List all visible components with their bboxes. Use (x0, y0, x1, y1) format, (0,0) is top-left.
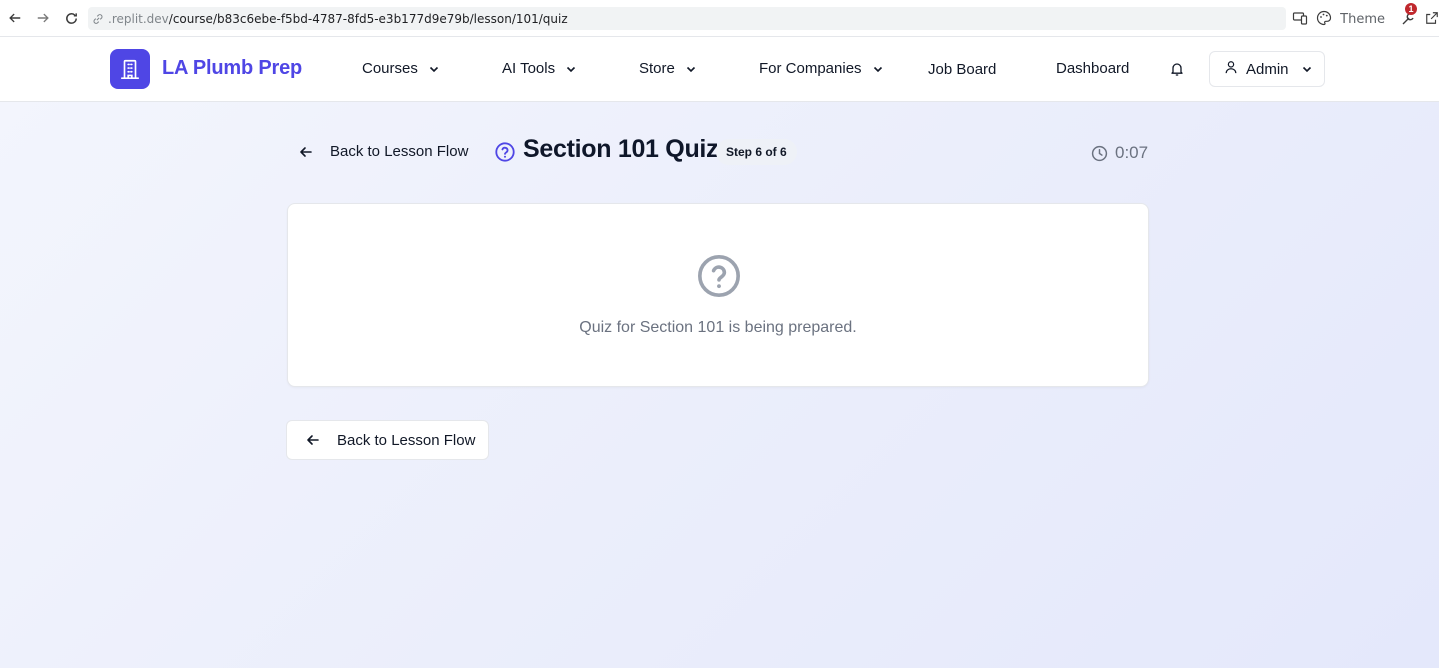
nav-label: Dashboard (1056, 60, 1130, 77)
nav-label: Courses (362, 60, 418, 77)
chevron-down-icon (1301, 63, 1313, 75)
nav-label: AI Tools (502, 60, 556, 77)
address-bar[interactable]: .replit.dev/course/b83c6ebe-f5bd-4787-8f… (88, 7, 1286, 30)
chevron-down-icon (428, 63, 440, 75)
extension-icon[interactable]: 1 (1399, 3, 1417, 28)
bell-icon[interactable] (1169, 61, 1185, 77)
building-logo-icon[interactable] (110, 49, 150, 89)
main-content: Back to Lesson Flow Section 101 Quiz Ste… (0, 102, 1439, 668)
nav-label: For Companies (759, 60, 862, 77)
clock-icon (1091, 145, 1108, 162)
chevron-down-icon (685, 63, 697, 75)
nav-job-board[interactable]: Job Board (928, 61, 996, 78)
open-external-icon[interactable] (1425, 11, 1439, 28)
back-label: Back to Lesson Flow (337, 431, 476, 449)
nav-dashboard[interactable]: Dashboard (1056, 60, 1129, 77)
theme-label[interactable]: Theme (1340, 12, 1385, 27)
devices-icon[interactable] (1292, 10, 1308, 29)
app-header: LA Plumb Prep Courses AI Tools Store For… (0, 37, 1439, 102)
timer: 0:07 (1091, 143, 1148, 163)
nav-courses[interactable]: Courses (362, 60, 440, 77)
browser-toolbar: .replit.dev/course/b83c6ebe-f5bd-4787-8f… (0, 0, 1439, 37)
nav-ai-tools[interactable]: AI Tools (502, 60, 577, 77)
nav-label: Job Board (928, 61, 997, 78)
back-label: Back to Lesson Flow (330, 143, 469, 160)
url-domain: .replit.dev (108, 11, 169, 26)
timer-value: 0:07 (1115, 143, 1149, 162)
brand-name[interactable]: LA Plumb Prep (162, 57, 302, 80)
arrow-left-icon (298, 144, 314, 160)
extension-badge: 1 (1405, 3, 1417, 15)
user-icon (1224, 60, 1238, 78)
help-circle-icon (696, 253, 742, 299)
chevron-down-icon (872, 63, 884, 75)
back-to-lesson-flow-link[interactable]: Back to Lesson Flow (298, 143, 468, 160)
browser-reload-icon[interactable] (62, 9, 80, 27)
quiz-placeholder-card: Quiz for Section 101 is being prepared. (287, 203, 1149, 387)
placeholder-message: Quiz for Section 101 is being prepared. (579, 319, 857, 336)
browser-forward-icon[interactable] (34, 9, 52, 27)
step-badge: Step 6 of 6 (716, 139, 797, 165)
user-label: Admin (1246, 60, 1289, 78)
arrow-left-icon (305, 432, 321, 448)
help-circle-icon (494, 141, 516, 163)
link-icon (92, 12, 106, 26)
user-menu-button[interactable]: Admin (1209, 51, 1325, 87)
palette-icon[interactable] (1316, 10, 1332, 29)
nav-store[interactable]: Store (639, 60, 697, 77)
nav-for-companies[interactable]: For Companies (759, 60, 884, 77)
url-path: /course/b83c6ebe-f5bd-4787-8fd5-e3b177d9… (168, 11, 568, 26)
back-to-lesson-flow-button[interactable]: Back to Lesson Flow (286, 420, 489, 460)
browser-back-icon[interactable] (6, 9, 24, 27)
chevron-down-icon (565, 63, 577, 75)
page-title: Section 101 Quiz (523, 135, 719, 163)
nav-label: Store (639, 60, 675, 77)
